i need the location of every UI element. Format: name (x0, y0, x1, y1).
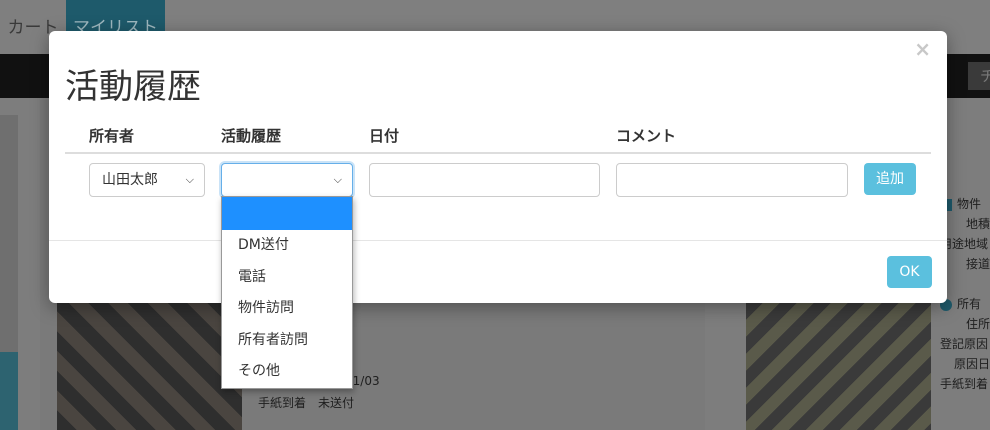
date-input[interactable] (369, 163, 600, 197)
right-panel-label: 手紙到着 (940, 377, 989, 391)
activity-select[interactable]: ⌵ (221, 163, 353, 197)
close-icon[interactable]: × (914, 39, 931, 59)
footer-divider (49, 240, 947, 241)
modal-title: 活動履歴 (65, 67, 201, 107)
section-label: 物件 (957, 197, 982, 211)
header-divider (65, 152, 931, 154)
right-panel-label: 原因日 (953, 357, 990, 371)
column-header-owner: 所有者 (89, 127, 135, 145)
column-header-comment: コメント (616, 127, 677, 145)
dropdown-option-property-visit[interactable]: 物件訪問 (222, 293, 352, 325)
add-button[interactable]: 追加 (864, 163, 916, 195)
background-right-panel: 物件 地積 用途地域 接道 所有 住所 登記原因 原因日 手紙到着 (940, 195, 990, 430)
owner-select-value: 山田太郎 (102, 172, 158, 188)
section-label: 所有 (957, 297, 982, 311)
activity-dropdown-list: DM送付 電話 物件訪問 所有者訪問 その他 (221, 196, 353, 389)
right-panel-label: 住所 (965, 317, 990, 331)
chevron-down-icon: ⌵ (185, 173, 194, 186)
background-sidebar-highlight (0, 352, 18, 430)
column-header-date: 日付 (369, 127, 400, 145)
nav-button[interactable]: チ (968, 62, 990, 90)
right-panel-label: 地積 (965, 217, 990, 231)
right-panel-label: 用途地域 (940, 237, 989, 251)
right-panel-label: 接道 (965, 257, 990, 271)
property-photo (57, 303, 242, 430)
owner-select[interactable]: 山田太郎 ⌵ (89, 163, 205, 197)
dropdown-option-phone[interactable]: 電話 (222, 262, 352, 294)
dropdown-option-empty[interactable] (222, 197, 352, 230)
dropdown-option-other[interactable]: その他 (222, 356, 352, 388)
section-property: 物件 (940, 195, 990, 215)
activity-history-modal: × 活動履歴 所有者 活動履歴 日付 コメント 山田太郎 ⌵ ⌵ 追加 OK (49, 31, 947, 303)
dropdown-option-dm[interactable]: DM送付 (222, 230, 352, 262)
background-letter-status: 手紙到着 未送付 (258, 396, 355, 410)
chevron-down-icon: ⌵ (333, 173, 342, 186)
dropdown-option-owner-visit[interactable]: 所有者訪問 (222, 325, 352, 357)
comment-input[interactable] (616, 163, 848, 197)
column-header-activity: 活動履歴 (221, 127, 282, 145)
right-panel-label: 登記原因 (940, 337, 989, 351)
section-owner: 所有 (940, 295, 990, 315)
ok-button[interactable]: OK (887, 256, 932, 288)
property-photo-right (746, 303, 931, 430)
